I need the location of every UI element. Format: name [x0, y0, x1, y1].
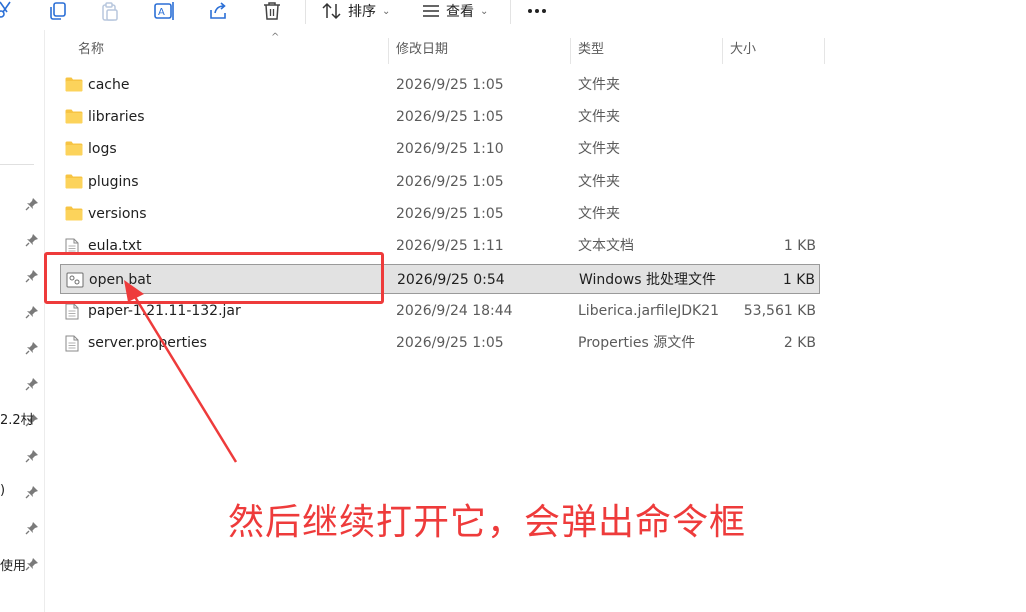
- rename-button[interactable]: A: [154, 0, 176, 22]
- file-type: Properties 源文件: [578, 335, 696, 351]
- column-divider[interactable]: [570, 38, 571, 64]
- file-row[interactable]: libraries 2026/9/25 1:05 文件夹: [60, 102, 820, 132]
- highlight-box: [44, 252, 384, 304]
- folder-icon: [65, 77, 83, 96]
- file-type: 文件夹: [578, 206, 620, 222]
- file-type: 文件夹: [578, 77, 620, 93]
- file-row[interactable]: plugins 2026/9/25 1:05 文件夹: [60, 167, 820, 197]
- file-date: 2026/9/25 1:11: [396, 238, 504, 254]
- column-header-date[interactable]: 修改日期: [396, 36, 448, 64]
- file-date: 2026/9/25 1:05: [396, 335, 504, 351]
- file-size: 1 KB: [783, 238, 816, 254]
- text-file-icon: [65, 335, 79, 356]
- file-date: 2026/9/25 1:05: [396, 77, 504, 93]
- annotation-text: 然后继续打开它，会弹出命令框: [228, 502, 747, 543]
- file-type: 文件夹: [578, 174, 620, 190]
- chevron-down-icon: ⌄: [382, 5, 391, 17]
- clipboard-icon: [102, 2, 118, 21]
- sort-label: 排序: [348, 4, 376, 20]
- file-date: 2026/9/24 18:44: [396, 303, 513, 319]
- svg-text:A: A: [158, 7, 165, 18]
- share-icon: [210, 2, 226, 19]
- more-icon: [528, 9, 546, 13]
- column-header: ^ 名称 修改日期 类型 大小: [45, 32, 825, 64]
- file-row[interactable]: logs 2026/9/25 1:10 文件夹: [60, 134, 820, 164]
- file-row[interactable]: cache 2026/9/25 1:05 文件夹: [60, 70, 820, 100]
- file-name: logs: [88, 141, 117, 157]
- sidebar-item-label[interactable]: 使用: [0, 555, 26, 574]
- file-size: 1 KB: [782, 272, 815, 288]
- file-name: server.properties: [88, 335, 207, 351]
- trash-icon: [264, 2, 280, 20]
- rename-icon: A: [154, 2, 174, 20]
- sort-ascending-icon: ^: [271, 32, 280, 43]
- more-options-button[interactable]: [527, 0, 547, 22]
- command-bar: A 排序 ⌄ 查看 ⌄: [0, 0, 1026, 30]
- file-type: 文件夹: [578, 141, 620, 157]
- file-type: Liberica.jarfileJDK21: [578, 303, 720, 319]
- pin-icon[interactable]: [25, 556, 39, 571]
- column-divider[interactable]: [824, 38, 825, 64]
- file-type: 文件夹: [578, 109, 620, 125]
- toolbar-divider: [510, 0, 511, 24]
- file-date: 2026/9/25 1:10: [396, 141, 504, 157]
- file-type: Windows 批处理文件: [579, 272, 716, 288]
- copy-button[interactable]: [48, 0, 68, 22]
- file-name: versions: [88, 206, 147, 222]
- pin-icon[interactable]: [25, 196, 39, 211]
- cut-button[interactable]: [0, 0, 12, 22]
- file-date: 2026/9/25 1:05: [396, 109, 504, 125]
- pin-icon[interactable]: [25, 340, 39, 355]
- copy-icon: [50, 2, 66, 20]
- sidebar-item-label[interactable]: 2.2村: [0, 409, 34, 428]
- navigation-pane: 2.2村 ) 使用: [0, 30, 45, 612]
- file-name: libraries: [88, 109, 145, 125]
- paste-button[interactable]: [100, 0, 120, 22]
- jar-file-icon: [65, 303, 79, 324]
- share-button[interactable]: [208, 0, 228, 22]
- column-header-size[interactable]: 大小: [730, 36, 756, 64]
- file-name: cache: [88, 77, 130, 93]
- view-label: 查看: [446, 4, 474, 20]
- folder-icon: [65, 141, 83, 160]
- file-date: 2026/9/25 0:54: [397, 272, 505, 288]
- sort-icon: [322, 2, 341, 20]
- folder-icon: [65, 174, 83, 193]
- toolbar-divider: [305, 0, 306, 24]
- pin-icon[interactable]: [25, 232, 39, 247]
- scissors-icon: [0, 1, 11, 18]
- folder-icon: [65, 206, 83, 225]
- column-divider[interactable]: [388, 38, 389, 64]
- file-name: plugins: [88, 174, 139, 190]
- sidebar-divider: [0, 164, 34, 165]
- column-divider[interactable]: [722, 38, 723, 64]
- sidebar-item-label[interactable]: ): [0, 483, 5, 498]
- file-row[interactable]: versions 2026/9/25 1:05 文件夹: [60, 199, 820, 229]
- view-button[interactable]: 查看 ⌄: [422, 0, 488, 22]
- file-type: 文本文档: [578, 238, 634, 254]
- column-header-name[interactable]: 名称: [78, 36, 104, 64]
- folder-icon: [65, 109, 83, 128]
- pin-icon[interactable]: [25, 376, 39, 391]
- file-size: 2 KB: [783, 335, 816, 351]
- delete-button[interactable]: [262, 0, 282, 22]
- pin-icon[interactable]: [25, 268, 39, 283]
- pin-icon[interactable]: [25, 304, 39, 319]
- pin-icon[interactable]: [25, 520, 39, 535]
- file-date: 2026/9/25 1:05: [396, 206, 504, 222]
- pin-icon[interactable]: [25, 484, 39, 499]
- pin-icon[interactable]: [25, 448, 39, 463]
- column-header-type[interactable]: 类型: [578, 36, 604, 64]
- sort-button[interactable]: 排序 ⌄: [322, 0, 390, 22]
- file-row[interactable]: server.properties 2026/9/25 1:05 Propertie…: [60, 328, 820, 358]
- view-list-icon: [423, 5, 439, 17]
- file-date: 2026/9/25 1:05: [396, 174, 504, 190]
- chevron-down-icon: ⌄: [480, 5, 489, 17]
- file-size: 53,561 KB: [743, 303, 816, 319]
